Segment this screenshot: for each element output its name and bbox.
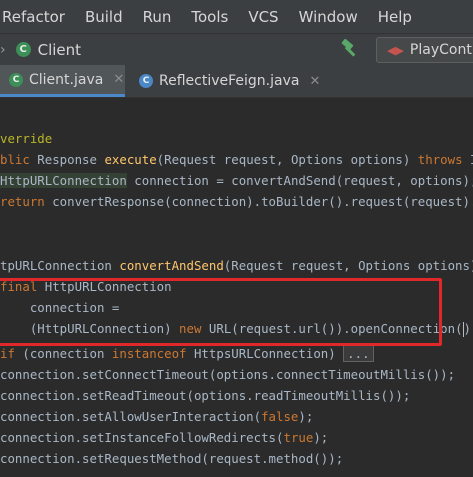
build-hammer-icon[interactable] (339, 39, 361, 59)
breadcrumb-class[interactable]: Client (38, 41, 81, 59)
code-line: if (connection instanceof HttpsURLConnec… (0, 343, 473, 364)
tab-label: ReflectiveFeign.java (159, 73, 300, 89)
tab-reflectivefeign-java[interactable]: C ReflectiveFeign.java ✕ (131, 65, 331, 97)
menu-build[interactable]: Build (71, 8, 133, 26)
code-line: connection.setRequestMethod(request.meth… (0, 451, 344, 466)
tab-label: Client.java (29, 71, 104, 88)
menu-run[interactable]: Run (129, 8, 182, 26)
code-line: connection.setAllowUserInteraction(false… (0, 409, 314, 424)
code-line: connection.setConnectTimeout(options.con… (0, 367, 456, 382)
close-icon[interactable]: ✕ (113, 72, 124, 87)
code-line: connection.setReadTimeout(options.readTi… (0, 388, 411, 403)
tab-client-java[interactable]: C Client.java ✕ (0, 65, 125, 97)
menu-window[interactable]: Window (285, 8, 368, 26)
navigation-bar: › C Client ◀▶ PlayContr (0, 33, 473, 66)
folded-code-button[interactable]: ... (343, 345, 374, 362)
red-highlight-annotation (0, 278, 442, 346)
run-config-label: PlayContr (409, 42, 473, 58)
code-line: HttpURLConnection connection = convertAn… (0, 173, 473, 188)
menu-refactor[interactable]: Refactor (0, 8, 75, 26)
code-line: blic Response execute(Request request, O… (0, 152, 473, 167)
run-configuration-select[interactable]: ◀▶ PlayContr (376, 37, 473, 63)
class-icon: C (15, 42, 31, 57)
editor-tab-bar: C Client.java ✕ C ReflectiveFeign.java ✕ (0, 65, 473, 98)
java-class-icon: C (9, 72, 23, 87)
run-config-icon: ◀▶ (387, 43, 404, 57)
menu-tools[interactable]: Tools (177, 8, 238, 26)
menu-vcs[interactable]: VCS (234, 8, 288, 26)
code-line: tpURLConnection convertAndSend(Request r… (0, 258, 473, 273)
breadcrumb-separator-icon: › (0, 41, 6, 58)
code-line: connection.setInstanceFollowRedirects(tr… (0, 430, 329, 445)
code-line: return convertResponse(connection).toBui… (0, 194, 473, 209)
close-icon[interactable]: ✕ (309, 74, 320, 89)
menu-bar: Refactor Build Run Tools VCS Window Help (0, 0, 473, 33)
java-class-icon: C (139, 74, 153, 88)
menu-help[interactable]: Help (364, 8, 422, 26)
code-line: verride (0, 131, 53, 146)
